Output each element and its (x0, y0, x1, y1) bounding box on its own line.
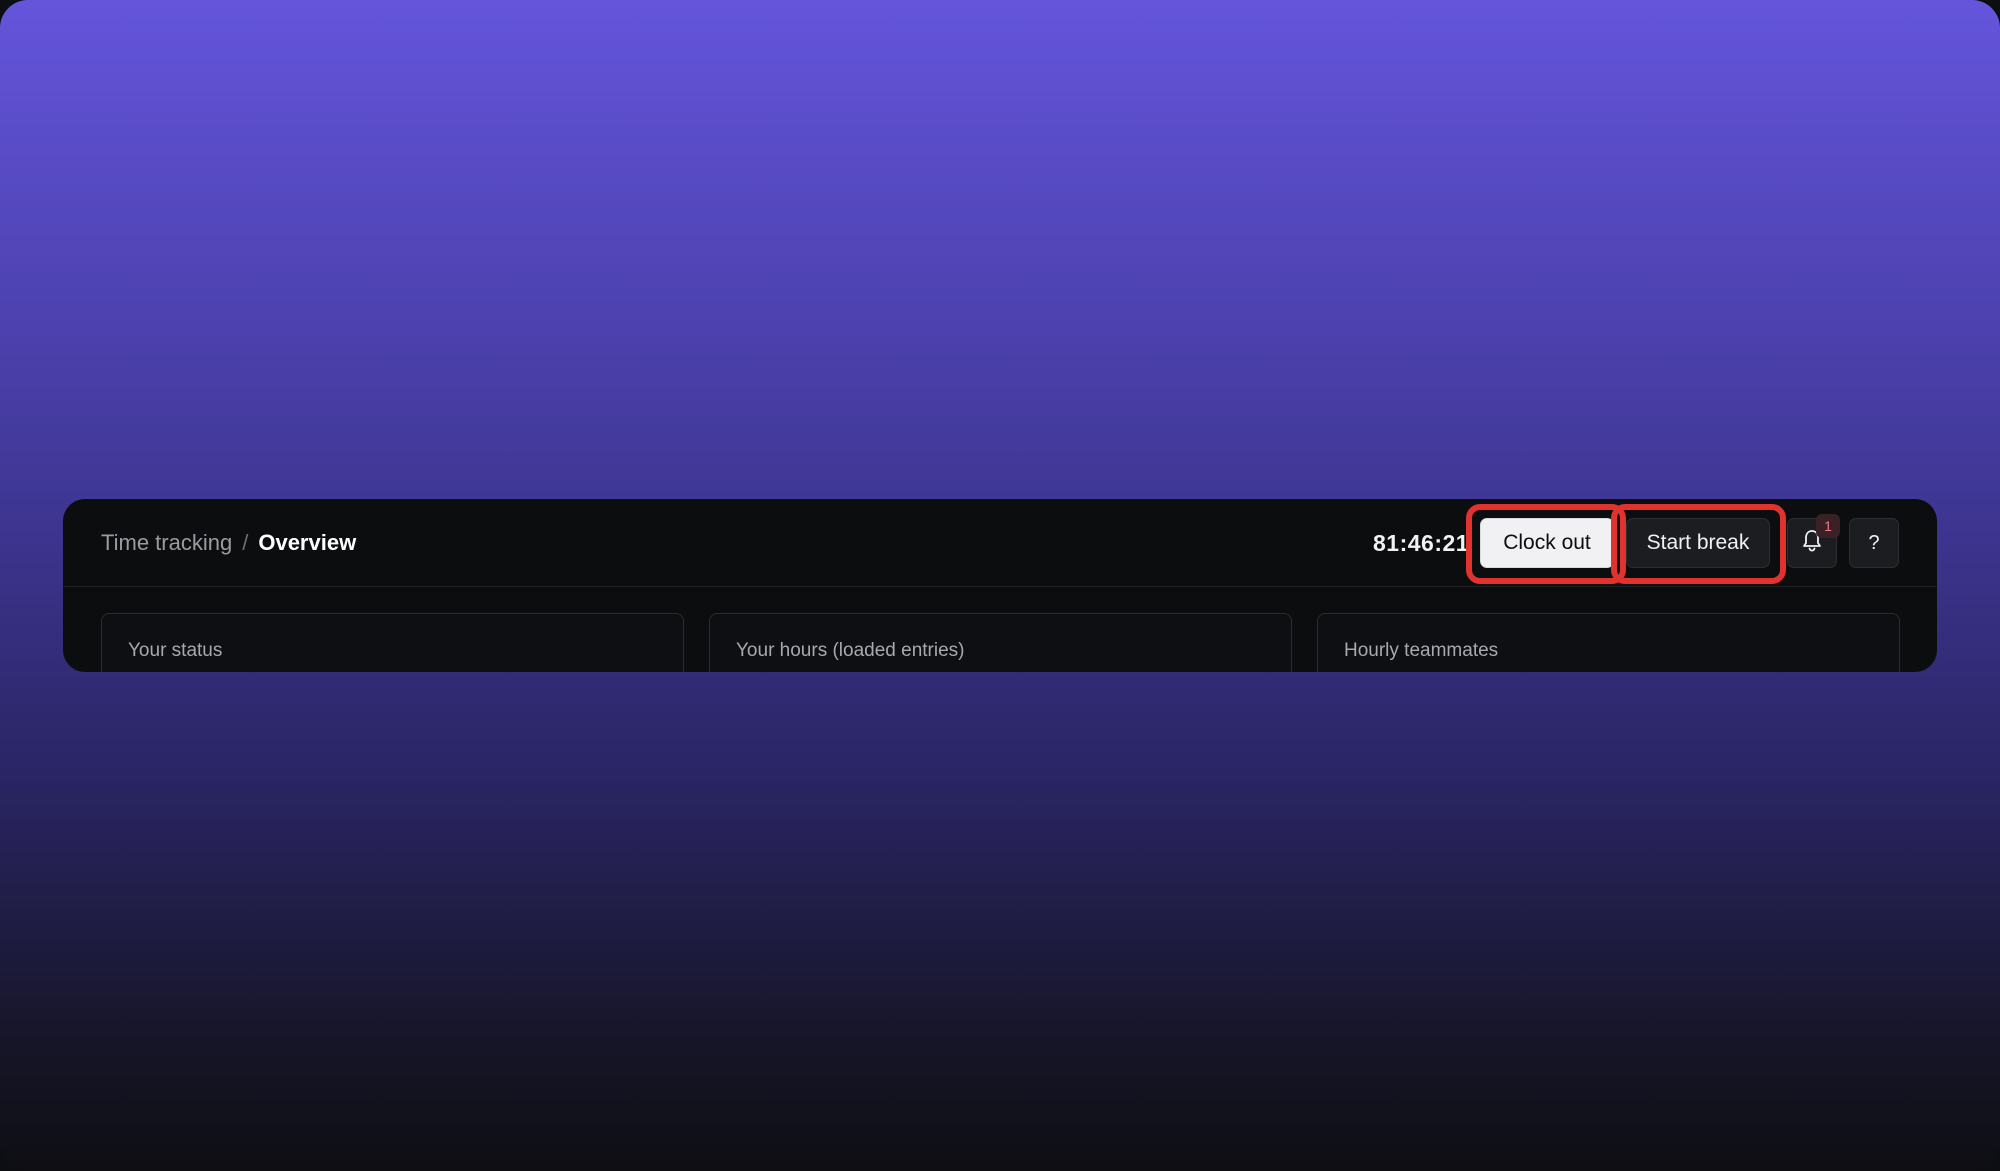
elapsed-timer: 81:46:21 (1373, 529, 1470, 556)
status-card: Your status (101, 613, 684, 672)
help-button[interactable]: ? (1849, 518, 1899, 568)
breadcrumb: Time tracking / Overview (101, 499, 356, 587)
top-bar: Time tracking / Overview 81:46:21 Clock … (63, 499, 1937, 587)
hours-card: Your hours (loaded entries) (709, 613, 1292, 672)
teammates-card: Hourly teammates (1317, 613, 1900, 672)
hours-card-title: Your hours (loaded entries) (736, 640, 965, 661)
teammates-card-title: Hourly teammates (1344, 640, 1499, 661)
breadcrumb-separator: / (242, 530, 249, 555)
notification-badge: 1 (1816, 514, 1840, 538)
clock-out-button[interactable]: Clock out (1480, 518, 1614, 568)
status-card-title: Your status (128, 640, 223, 661)
breadcrumb-current: Overview (258, 530, 357, 555)
app-window: Time tracking / Overview 81:46:21 Clock … (63, 499, 1937, 672)
breadcrumb-parent-link[interactable]: Time tracking (101, 530, 232, 556)
help-icon: ? (1868, 531, 1880, 554)
desktop-background: Time tracking / Overview 81:46:21 Clock … (0, 0, 2000, 1171)
start-break-button[interactable]: Start break (1626, 518, 1770, 568)
